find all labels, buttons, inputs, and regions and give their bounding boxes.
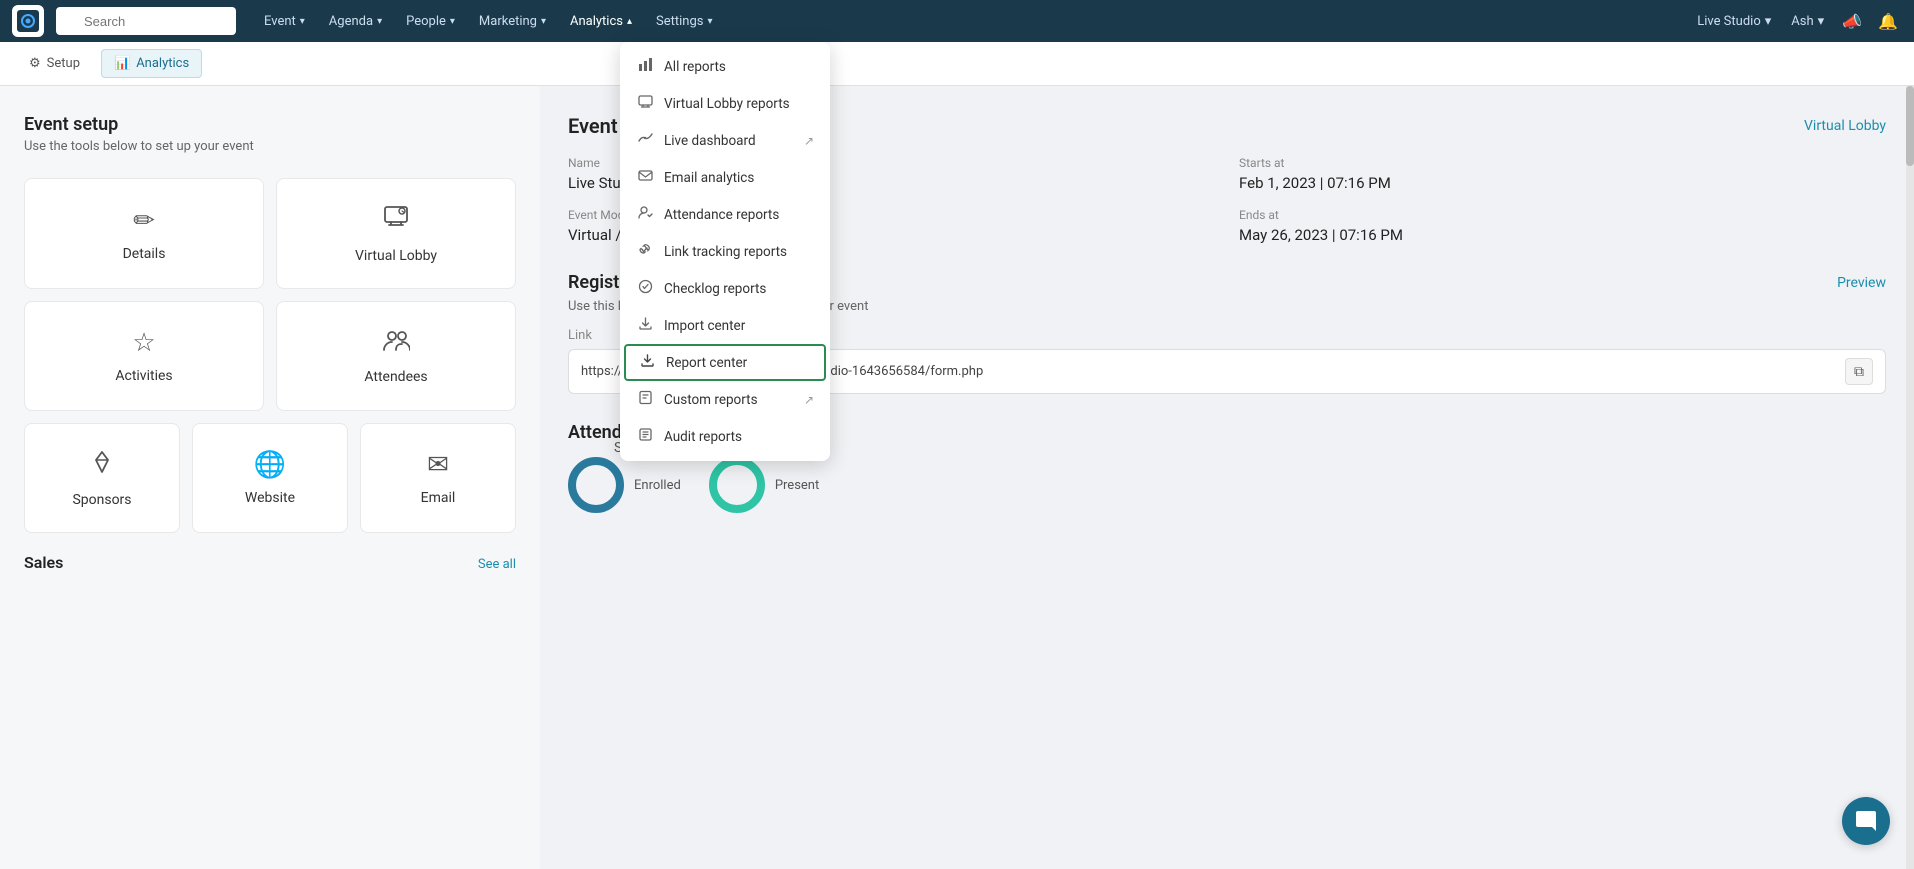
external-link-icon: ↗ xyxy=(804,134,814,148)
cards-row-2: ☆ Activities Attendees xyxy=(24,301,516,411)
sales-header: Sales See all xyxy=(24,553,516,576)
chevron-down-icon: ▾ xyxy=(377,16,382,27)
virtual-lobby-icon xyxy=(636,94,654,113)
chevron-down-icon: ▾ xyxy=(708,16,713,27)
gear-icon: ⚙ xyxy=(29,56,41,71)
search-wrap: 🔍 xyxy=(56,7,236,35)
detail-starts-at: Starts at Feb 1, 2023 | 07:16 PM xyxy=(1239,156,1886,192)
report-center-icon xyxy=(638,353,656,372)
virtual-lobby-link[interactable]: Virtual Lobby xyxy=(1804,118,1886,134)
dropdown-item-audit-reports[interactable]: Audit reports xyxy=(620,418,830,455)
card-email[interactable]: ✉ Email xyxy=(360,423,516,533)
enrolled-donut xyxy=(568,457,624,513)
dropdown-item-email-analytics[interactable]: Email analytics xyxy=(620,159,830,196)
link-tracking-icon xyxy=(636,242,654,261)
enrolled-status: Enrolled xyxy=(568,457,681,513)
card-sponsors[interactable]: Sponsors xyxy=(24,423,180,533)
cards-row-1: ✏ Details Virtual Lobby xyxy=(24,178,516,289)
live-dashboard-icon xyxy=(636,131,654,150)
left-panel: Event setup Use the tools below to set u… xyxy=(0,86,540,869)
nav-event[interactable]: Event ▾ xyxy=(254,10,315,33)
chevron-down-icon: ▾ xyxy=(1818,14,1825,29)
nav-right: Live Studio ▾ Ash ▾ 📣 🔔 xyxy=(1691,8,1902,35)
event-setup-subtitle: Use the tools below to set up your event xyxy=(24,139,516,154)
nav-items: Event ▾ Agenda ▾ People ▾ Marketing ▾ An… xyxy=(254,10,1691,33)
scrollbar[interactable] xyxy=(1906,86,1914,869)
nav-agenda[interactable]: Agenda ▾ xyxy=(319,10,392,33)
analytics-dropdown: All reports Virtual Lobby reports Live d… xyxy=(620,42,830,461)
dropdown-item-link-tracking[interactable]: Link tracking reports xyxy=(620,233,830,270)
card-virtual-lobby[interactable]: Virtual Lobby xyxy=(276,178,516,289)
audit-icon xyxy=(636,427,654,446)
see-all-link[interactable]: See all xyxy=(478,557,516,572)
dropdown-item-virtual-lobby[interactable]: Virtual Lobby reports xyxy=(620,85,830,122)
external-link-icon: ↗ xyxy=(804,393,814,407)
monitor-icon xyxy=(382,203,410,238)
tab-setup[interactable]: ⚙ Setup xyxy=(16,49,93,78)
bar-chart-icon xyxy=(636,57,654,76)
custom-reports-icon xyxy=(636,390,654,409)
detail-ends-at: Ends at May 26, 2023 | 07:16 PM xyxy=(1239,208,1886,244)
chat-button[interactable] xyxy=(1842,797,1890,845)
chevron-down-icon: ▾ xyxy=(450,16,455,27)
dropdown-item-all-reports[interactable]: All reports xyxy=(620,48,830,85)
star-icon: ☆ xyxy=(132,328,155,358)
chevron-down-icon: ▾ xyxy=(300,16,305,27)
user-menu[interactable]: Ash ▾ xyxy=(1785,10,1830,33)
people-icon xyxy=(382,328,410,359)
present-label: Present xyxy=(775,478,819,493)
diamond-icon xyxy=(89,449,115,482)
nav-marketing[interactable]: Marketing ▾ xyxy=(469,10,556,33)
app-logo[interactable] xyxy=(12,5,44,37)
dropdown-item-attendance[interactable]: Attendance reports xyxy=(620,196,830,233)
card-attendees[interactable]: Attendees xyxy=(276,301,516,411)
chevron-down-icon: ▾ xyxy=(1765,14,1772,29)
dropdown-item-custom-reports[interactable]: Custom reports ↗ xyxy=(620,381,830,418)
card-website[interactable]: 🌐 Website xyxy=(192,423,348,533)
search-input[interactable] xyxy=(56,7,236,35)
cards-row-3: Sponsors 🌐 Website ✉ Email xyxy=(24,423,516,533)
live-studio-selector[interactable]: Live Studio ▾ xyxy=(1691,10,1777,33)
dropdown-item-report-center[interactable]: Report center xyxy=(624,344,826,381)
nav-people[interactable]: People ▾ xyxy=(396,10,465,33)
notification-bell-icon[interactable]: 🔔 xyxy=(1874,8,1902,35)
enrolled-label: Enrolled xyxy=(634,478,681,493)
email-analytics-icon xyxy=(636,168,654,187)
dropdown-item-live-dashboard[interactable]: Live dashboard ↗ xyxy=(620,122,830,159)
card-activities[interactable]: ☆ Activities xyxy=(24,301,264,411)
import-icon xyxy=(636,316,654,335)
pencil-icon: ✏ xyxy=(133,206,155,236)
nav-analytics[interactable]: Analytics ▴ xyxy=(560,10,642,33)
scroll-thumb[interactable] xyxy=(1906,86,1914,166)
attendance-icon xyxy=(636,205,654,224)
top-nav: 🔍 Event ▾ Agenda ▾ People ▾ Marketing ▾ … xyxy=(0,0,1914,42)
email-icon: ✉ xyxy=(427,450,449,480)
globe-icon: 🌐 xyxy=(254,450,286,480)
dropdown-item-checklog[interactable]: Checklog reports xyxy=(620,270,830,307)
megaphone-icon[interactable]: 📣 xyxy=(1838,8,1866,35)
sub-nav: ⚙ Setup 📊 Analytics xyxy=(0,42,1914,86)
present-status: Present xyxy=(709,457,819,513)
preview-link[interactable]: Preview xyxy=(1837,275,1886,291)
event-setup-title: Event setup xyxy=(24,114,516,135)
chevron-up-icon: ▴ xyxy=(627,16,632,27)
nav-settings[interactable]: Settings ▾ xyxy=(646,10,723,33)
present-donut xyxy=(709,457,765,513)
chevron-down-icon: ▾ xyxy=(541,16,546,27)
tab-analytics[interactable]: 📊 Analytics xyxy=(101,49,202,78)
sales-title: Sales xyxy=(24,553,63,572)
copy-link-button[interactable]: ⧉ xyxy=(1845,358,1873,385)
checklog-icon xyxy=(636,279,654,298)
card-details[interactable]: ✏ Details xyxy=(24,178,264,289)
attendee-status-row: Enrolled Present xyxy=(568,457,1886,513)
dropdown-item-import-center[interactable]: Import center xyxy=(620,307,830,344)
main-content: Event setup Use the tools below to set u… xyxy=(0,86,1914,869)
analytics-icon: 📊 xyxy=(114,56,130,71)
